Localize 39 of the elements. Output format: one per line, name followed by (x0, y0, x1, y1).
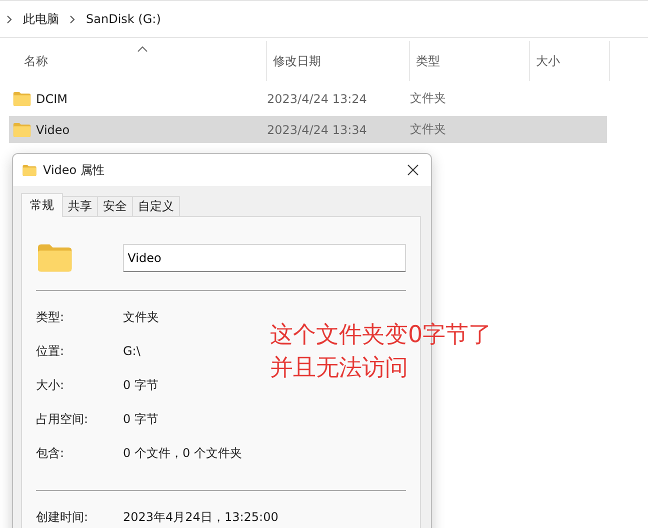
property-label: 类型: (36, 308, 66, 326)
file-name: DCIM (36, 92, 68, 106)
property-value: 文件夹 (123, 308, 159, 326)
modified-date: 2023/4/24 13:34 (267, 122, 368, 136)
folder-icon (13, 92, 31, 106)
property-value: 0 字节 (123, 376, 158, 394)
chevron-icon (69, 14, 76, 24)
modified-date: 2023/4/24 13:24 (267, 92, 368, 106)
column-header[interactable]: 大小 (530, 41, 610, 81)
name-field[interactable]: Video (122, 244, 406, 272)
property-label: 包含: (36, 444, 66, 462)
property-label: 位置: (36, 342, 66, 360)
tab[interactable]: 自定义 (132, 196, 180, 216)
tab[interactable]: 常规 (21, 193, 63, 217)
dialog-title: Video 属性 (43, 162, 104, 178)
breadcrumb-item[interactable]: 此电脑 (23, 10, 59, 28)
column-header[interactable]: 名称 (0, 41, 267, 81)
property-value: 0 字节 (123, 410, 158, 428)
file-name: Video (36, 122, 70, 136)
file-row[interactable]: DCIM 2023/4/24 13:24 文件夹 (9, 85, 607, 112)
file-type: 文件夹 (410, 90, 447, 107)
close-icon (407, 164, 419, 176)
column-header[interactable]: 类型 (410, 41, 530, 81)
file-type: 文件夹 (410, 121, 447, 138)
property-value: 2023年4月24日，13:25:00 (123, 508, 278, 526)
chevron-icon (6, 14, 13, 24)
file-row[interactable]: Video 2023/4/24 13:34 文件夹 (9, 116, 607, 143)
column-header[interactable]: 修改日期 (267, 41, 410, 81)
property-value: 0 个文件，0 个文件夹 (123, 444, 242, 462)
folder-icon (22, 164, 37, 176)
folder-icon (13, 122, 31, 136)
property-value: G:\ (123, 344, 140, 358)
folder-icon (38, 242, 72, 274)
annotation-text: 这个文件夹变0字节了 (270, 321, 492, 350)
property-label: 占用空间: (36, 410, 90, 428)
property-label: 大小: (36, 376, 66, 394)
property-label: 创建时间: (36, 508, 90, 526)
annotation-text: 并且无法访问 (270, 354, 409, 383)
breadcrumb-item[interactable]: SanDisk (G:) (86, 12, 161, 26)
